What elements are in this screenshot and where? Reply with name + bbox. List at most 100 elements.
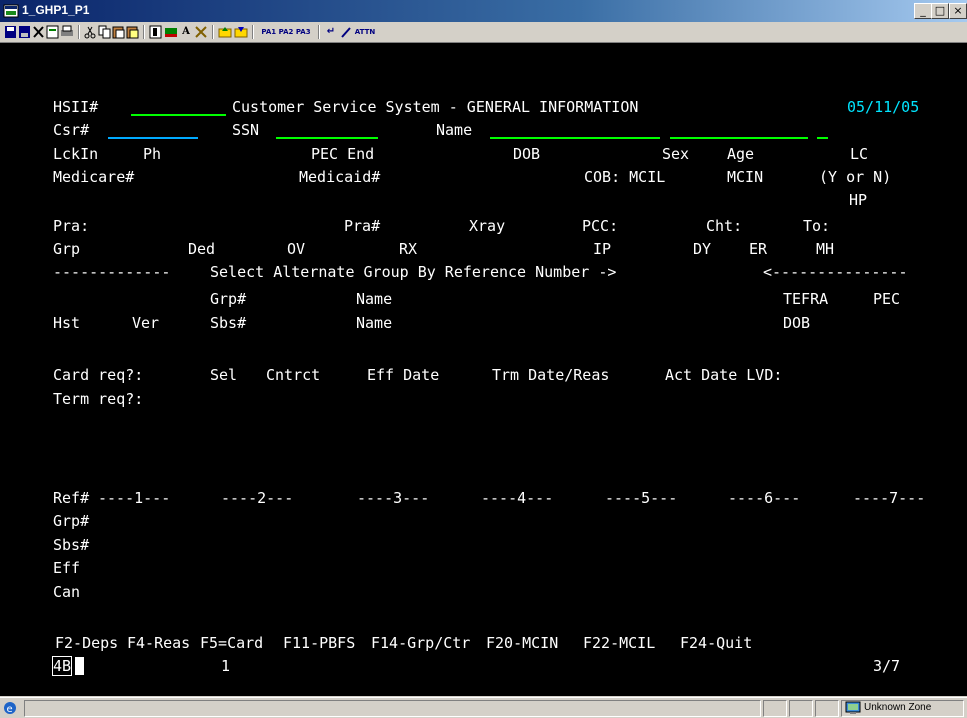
toolbar-separator (318, 25, 320, 39)
font-icon[interactable]: A (180, 25, 192, 39)
screen-title: Customer Service System - GENERAL INFORM… (232, 98, 639, 116)
print-icon[interactable] (60, 25, 74, 39)
ref-col: ----3--- (357, 489, 430, 507)
ref-grp-label: Grp# (53, 512, 90, 530)
receive-icon[interactable] (234, 25, 248, 39)
er-label: ER (749, 240, 768, 258)
status-pane (789, 700, 813, 717)
zone-label: Unknown Zone (864, 702, 932, 713)
hsii-input[interactable] (131, 114, 226, 116)
maximize-button[interactable]: □ (931, 3, 949, 19)
mh-label: MH (816, 240, 835, 258)
format-icon[interactable] (149, 25, 162, 39)
toolbar-separator (252, 25, 254, 39)
fkey-f5-card[interactable]: F5=Card (200, 634, 263, 652)
ref-num-label: Ref# (53, 489, 90, 507)
lckin-label: LckIn (53, 145, 99, 163)
ref-eff-label: Eff (53, 559, 81, 577)
paste-special-icon[interactable] (126, 25, 139, 39)
first-name-input[interactable] (670, 137, 808, 139)
enter-icon[interactable]: ↵ (324, 25, 338, 39)
hp-label: HP (849, 191, 868, 209)
term-req-label: Term req?: (53, 390, 144, 408)
age-label: Age (727, 145, 755, 163)
medicaid-label: Medicaid# (299, 168, 381, 186)
sex-label: Sex (662, 145, 690, 163)
ref-col: ----2--- (221, 489, 294, 507)
dy-label: DY (693, 240, 712, 258)
ip-label: IP (593, 240, 612, 258)
ref-col: ----5--- (605, 489, 678, 507)
cut-icon[interactable] (84, 25, 96, 39)
medicare-label: Medicare# (53, 168, 135, 186)
pec-label: PEC (873, 290, 901, 308)
minimize-button[interactable]: _ (914, 3, 932, 19)
hst-label: Hst (53, 314, 81, 332)
ded-label: Ded (188, 240, 216, 258)
copy-icon[interactable] (98, 25, 111, 39)
command-input[interactable]: 4B (51, 656, 91, 676)
delete-icon[interactable] (32, 25, 45, 39)
cntrct-label: Cntrct (266, 366, 321, 384)
name-label: Name (436, 121, 473, 139)
ref-col: ----4--- (481, 489, 554, 507)
ie-icon: e (4, 702, 16, 715)
ref-sbs-label: Sbs# (53, 536, 90, 554)
separator-left: ------------- (53, 263, 171, 281)
page-indicator: 3/7 (873, 657, 901, 675)
close-button[interactable]: × (949, 3, 967, 19)
fkey-f20-mcin[interactable]: F20-MCIN (486, 634, 558, 652)
ref-col: ----1--- (98, 489, 171, 507)
pra-num-label: Pra# (344, 217, 381, 235)
ssn-label: SSN (232, 121, 260, 139)
y-or-n-label: (Y or N) (819, 168, 892, 186)
edit-icon[interactable] (46, 25, 59, 39)
ssn-input[interactable] (276, 137, 378, 139)
middle-initial-input[interactable] (817, 137, 828, 139)
fkey-f2-deps[interactable]: F2-Deps (55, 634, 118, 652)
status-pane (763, 700, 787, 717)
separator-right: <--------------- (763, 263, 908, 281)
sel-label: Sel (210, 366, 238, 384)
title-bar: 1_GHP1_P1 _ □ × (0, 0, 967, 22)
fkey-f11-pbfs[interactable]: F11-PBFS (283, 634, 355, 652)
pen-icon[interactable] (340, 25, 352, 39)
svg-text:e: e (7, 704, 13, 715)
last-name-input[interactable] (490, 137, 660, 139)
ref-col: ----7--- (853, 489, 926, 507)
attn-key[interactable]: ATTN (354, 25, 376, 39)
status-pane (815, 700, 839, 717)
zone-pane: Unknown Zone (841, 700, 964, 717)
fkey-f4-reas[interactable]: F4-Reas (127, 634, 190, 652)
command-input-value: 4B (51, 656, 73, 676)
toolbar-separator (78, 25, 80, 39)
marker-icon[interactable] (164, 25, 178, 39)
paste-icon[interactable] (112, 25, 125, 39)
sbs-name-label: Name (356, 314, 393, 332)
fkey-f22-mcil[interactable]: F22-MCIL (583, 634, 655, 652)
send-icon[interactable] (218, 25, 232, 39)
sbs-num-label: Sbs# (210, 314, 247, 332)
tefra-label: TEFRA (783, 290, 829, 308)
pcc-label: PCC: (582, 217, 619, 235)
record-count: 1 (221, 657, 231, 675)
eff-date-label: Eff Date (367, 366, 440, 384)
toolbar-separator (212, 25, 214, 39)
grp-num-label: Grp# (210, 290, 247, 308)
grp-label: Grp (53, 240, 81, 258)
dob-label: DOB (513, 145, 541, 163)
window-title: 1_GHP1_P1 (22, 3, 90, 17)
pa-keys[interactable]: PA1 PA2 PA3 (258, 25, 314, 39)
xray-label: Xray (469, 217, 506, 235)
save-as-icon[interactable] (18, 25, 31, 39)
ref-col: ----6--- (728, 489, 801, 507)
status-bar: e Unknown Zone (0, 697, 967, 718)
trm-date-reas-label: Trm Date/Reas (492, 366, 610, 384)
save-icon[interactable] (4, 25, 17, 39)
fkey-f14-grp-ctr[interactable]: F14-Grp/Ctr (371, 634, 470, 652)
toolbar: A PA1 PA2 PA3 ↵ ATTN (0, 22, 967, 43)
csr-input[interactable] (108, 137, 198, 139)
tools-icon[interactable] (194, 25, 208, 39)
fkey-f24-quit[interactable]: F24-Quit (680, 634, 752, 652)
card-req-label: Card req?: (53, 366, 144, 384)
